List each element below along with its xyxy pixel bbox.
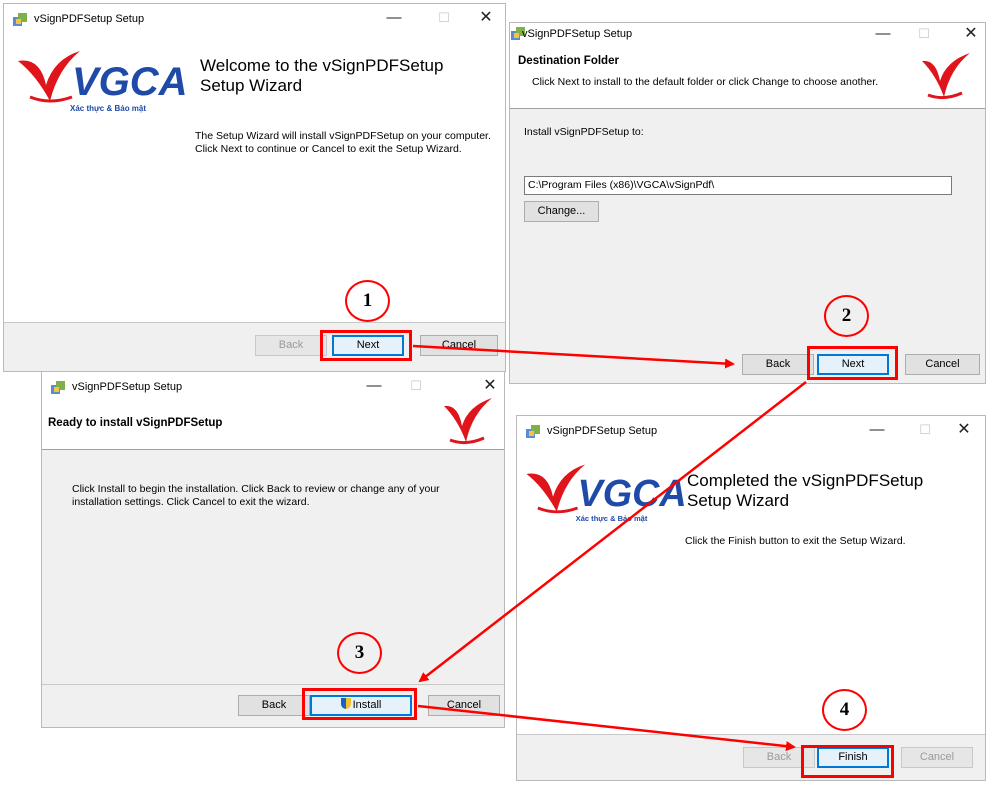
completed-heading: Completed the vSignPDFSetup Setup Wizard — [687, 471, 924, 510]
installer-icon — [51, 381, 65, 394]
change-button[interactable]: Change... — [524, 201, 599, 222]
installer-icon — [526, 425, 540, 438]
title-bar[interactable]: vSignPDFSetup Setup — ☐ ✕ — [4, 4, 505, 34]
logo-text: VGCA — [72, 60, 188, 104]
install-to-label: Install vSignPDFSetup to: — [524, 126, 644, 138]
vgca-logo: VGCA Xác thực & Bảo mật — [526, 464, 687, 523]
window-title: vSignPDFSetup Setup — [34, 13, 145, 25]
footer-divider — [42, 684, 504, 685]
ready-window: vSignPDFSetup Setup — ☐ ✕ Ready to insta… — [41, 371, 505, 728]
installer-icon — [13, 13, 27, 26]
logo-tagline: Xác thực & Bảo mật — [70, 104, 146, 113]
vgca-logo: VGCA Xác thực & Bảo mật — [18, 51, 188, 113]
logo-text: VGCA — [578, 473, 687, 515]
step-marker-4: 4 — [822, 689, 867, 731]
minimize-button[interactable]: — — [867, 24, 899, 44]
welcome-heading: Welcome to the vSignPDFSetup Setup Wizar… — [200, 56, 444, 95]
vgca-mark — [922, 53, 970, 100]
window-title: vSignPDFSetup Setup — [522, 28, 633, 40]
cancel-button[interactable]: Cancel — [905, 354, 980, 375]
close-button[interactable]: ✕ — [474, 376, 504, 396]
finish-button-highlight — [801, 745, 894, 778]
step-marker-1: 1 — [345, 280, 390, 322]
logo-tagline: Xác thực & Bảo mật — [576, 514, 648, 523]
step-marker-3: 3 — [337, 632, 382, 674]
back-button[interactable]: Back — [742, 354, 814, 375]
page-title: Destination Folder — [518, 55, 619, 67]
cancel-button[interactable]: Cancel — [420, 335, 498, 356]
install-path-field[interactable]: C:\Program Files (x86)\VGCA\vSignPdf\ — [524, 176, 952, 195]
back-button[interactable]: Back — [255, 335, 327, 356]
close-button[interactable]: ✕ — [948, 420, 980, 440]
window-title: vSignPDFSetup Setup — [547, 425, 658, 437]
completed-window: vSignPDFSetup Setup — ☐ ✕ VGCA Xác thực … — [516, 415, 986, 781]
page-subtitle: Click Next to install to the default fol… — [532, 76, 879, 88]
completed-body: Click the Finish button to exit the Setu… — [685, 535, 906, 547]
next-button-highlight-2 — [807, 346, 898, 380]
dialog-footer: Back Next Cancel — [4, 322, 505, 371]
dialog-body — [510, 109, 985, 383]
title-bar[interactable]: vSignPDFSetup Setup — ☐ ✕ — [42, 372, 504, 402]
back-button[interactable]: Back — [238, 695, 310, 716]
minimize-button[interactable]: — — [861, 420, 893, 440]
welcome-body: The Setup Wizard will install vSignPDFSe… — [195, 130, 491, 155]
dialog-footer: Back Finish Cancel — [517, 734, 985, 780]
vgca-mark — [444, 398, 492, 445]
welcome-window: vSignPDFSetup Setup — ☐ ✕ VGCA Xác thực … — [3, 3, 506, 372]
page-title: Ready to install vSignPDFSetup — [48, 417, 223, 429]
next-button-highlight-1 — [320, 330, 412, 361]
minimize-button[interactable]: — — [358, 376, 390, 396]
destination-window: vSignPDFSetup Setup — ☐ ✕ Destination Fo… — [509, 22, 986, 384]
cancel-button[interactable]: Cancel — [901, 747, 973, 768]
step-marker-2: 2 — [824, 295, 869, 337]
maximize-button[interactable]: ☐ — [908, 24, 940, 44]
ready-body: Click Install to begin the installation.… — [72, 483, 440, 508]
cancel-button[interactable]: Cancel — [428, 695, 500, 716]
maximize-button[interactable]: ☐ — [909, 420, 941, 440]
window-title: vSignPDFSetup Setup — [72, 381, 183, 393]
close-button[interactable]: ✕ — [470, 8, 502, 28]
install-button-highlight — [302, 688, 417, 720]
maximize-button[interactable]: ☐ — [400, 376, 432, 396]
close-button[interactable]: ✕ — [955, 24, 985, 44]
minimize-button[interactable]: — — [378, 8, 410, 28]
maximize-button[interactable]: ☐ — [428, 8, 460, 28]
title-bar[interactable]: vSignPDFSetup Setup — ☐ ✕ — [510, 23, 985, 45]
title-bar[interactable]: vSignPDFSetup Setup — ☐ ✕ — [517, 416, 985, 446]
